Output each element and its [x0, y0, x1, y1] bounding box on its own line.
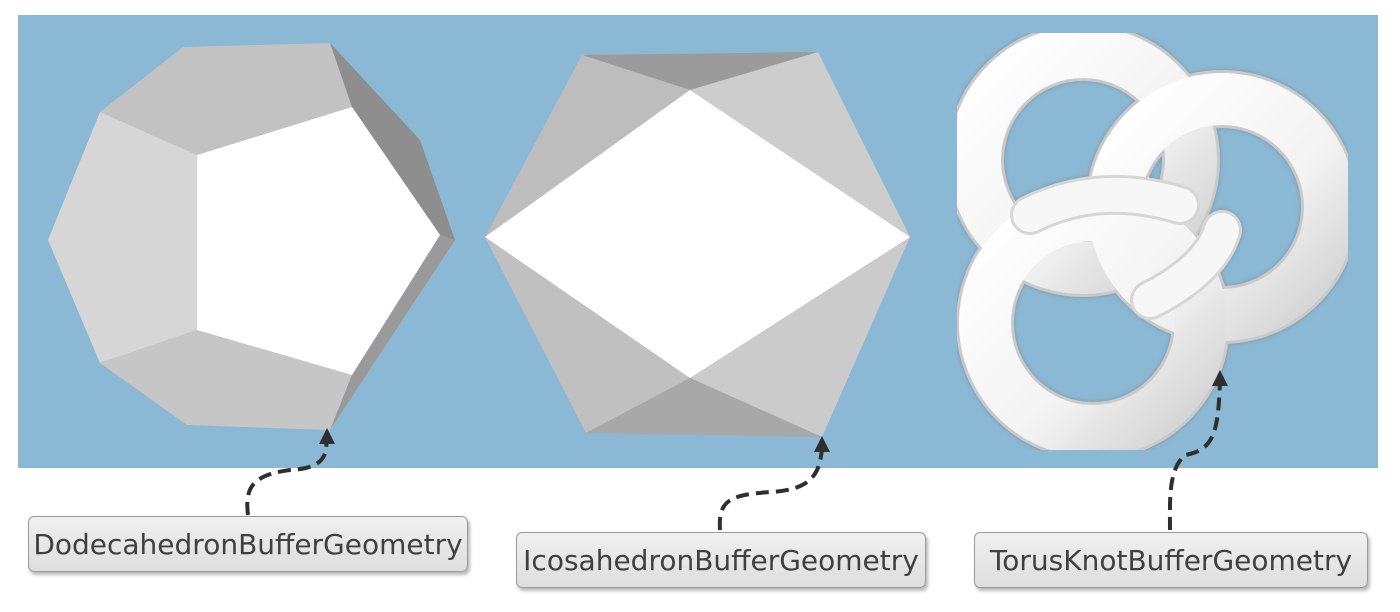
torusknot-label: TorusKnotBufferGeometry	[974, 532, 1368, 588]
icosahedron-label: IcosahedronBufferGeometry	[516, 532, 926, 588]
dodecahedron-label: DodecahedronBufferGeometry	[28, 516, 468, 572]
